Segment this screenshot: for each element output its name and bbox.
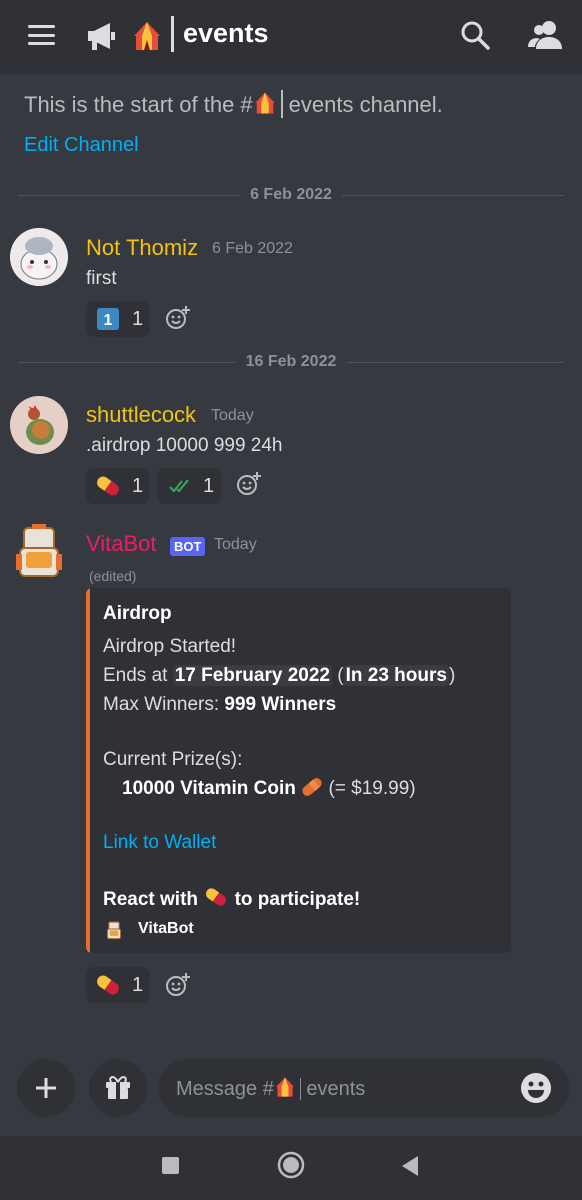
add-attachment-button[interactable]: [17, 1059, 75, 1117]
channel-header: events: [0, 0, 582, 74]
embed-accent-border: [86, 588, 90, 953]
plus-icon: [36, 1078, 56, 1098]
gift-icon: [106, 1076, 130, 1099]
message-timestamp: Today: [211, 407, 254, 424]
bot-badge: BOT: [170, 537, 206, 556]
winners-prefix: Max Winners:: [103, 694, 225, 715]
circus-tent-emoji: [134, 22, 160, 50]
announcement-icon: [88, 23, 115, 50]
embed-prize-label: Current Prize(s):: [103, 749, 243, 770]
pill-emoji: [206, 888, 227, 906]
message-timestamp: Today: [214, 536, 257, 553]
page-title: events: [183, 18, 269, 48]
channel-intro: This is the start of the # events channe…: [24, 90, 443, 118]
channel-separator: [299, 1078, 302, 1100]
search-icon[interactable]: [460, 20, 490, 50]
message-author[interactable]: VitaBot: [86, 531, 157, 557]
double-check-emoji: [169, 479, 189, 493]
avatar-image: [10, 228, 68, 286]
avatar[interactable]: [10, 396, 68, 454]
gift-button[interactable]: [89, 1059, 147, 1117]
system-navigation-bar: [0, 1136, 582, 1200]
message-author[interactable]: Not Thomiz: [86, 235, 198, 261]
svg-text:1: 1: [104, 312, 113, 329]
embed-react-line: React with to participate!: [103, 886, 360, 911]
embed-line: Airdrop Started!: [103, 636, 237, 657]
message-content: first: [86, 268, 117, 289]
prize-usd: (= $19.99): [328, 778, 416, 799]
emoji-picker-icon[interactable]: [520, 1072, 552, 1104]
embed-winners-line: Max Winners: 999 Winners: [103, 694, 336, 716]
back-icon[interactable]: [400, 1155, 420, 1177]
recents-icon[interactable]: [162, 1157, 179, 1174]
ends-relative: In 23 hours: [343, 665, 449, 686]
ends-prefix: Ends at: [103, 665, 173, 686]
reaction-double-check[interactable]: 1: [157, 468, 221, 504]
embed-title: Airdrop: [103, 603, 172, 624]
embed-prize-line: 10000 Vitamin Coin (= $19.99): [122, 777, 416, 800]
reaction-count: 1: [132, 308, 144, 330]
reaction-pill[interactable]: 1: [86, 967, 150, 1003]
avatar-image: [16, 524, 62, 577]
message-timestamp: 6 Feb 2022: [212, 240, 293, 257]
menu-icon[interactable]: [28, 25, 55, 45]
reaction-count: 1: [132, 475, 144, 497]
home-icon[interactable]: [277, 1151, 305, 1179]
pill-emoji: [97, 476, 119, 496]
embed-footer-icon: [106, 921, 122, 940]
ends-date: 17 February 2022: [172, 665, 332, 686]
wallet-link[interactable]: Link to Wallet: [103, 832, 216, 854]
placeholder-prefix: Message #: [176, 1078, 274, 1100]
keycap-1-emoji: 1: [97, 308, 119, 330]
edited-marker: (edited): [89, 568, 137, 584]
prize-value: 10000 Vitamin Coin: [122, 778, 296, 799]
circus-tent-emoji: [275, 1077, 294, 1097]
message-input[interactable]: Message # events: [158, 1059, 570, 1117]
vitamin-pill-emoji: [302, 778, 322, 796]
message-author[interactable]: shuttlecock: [86, 402, 196, 428]
add-reaction-icon[interactable]: [236, 471, 262, 497]
reaction-count: 1: [132, 974, 144, 996]
add-reaction-icon[interactable]: [165, 972, 191, 998]
message-placeholder: Message # events: [176, 1076, 365, 1101]
date-divider-label: 16 Feb 2022: [235, 353, 347, 371]
avatar-image: [10, 396, 68, 454]
add-reaction-icon[interactable]: [165, 305, 191, 331]
embed-ends-line: Ends at 17 February 2022 (In 23 hours): [103, 665, 456, 686]
reaction-pill[interactable]: 1: [86, 468, 150, 504]
winners-value: 999 Winners: [224, 694, 337, 715]
message-content: .airdrop 10000 999 24h: [86, 435, 283, 456]
channel-separator: [171, 16, 174, 52]
channel-separator: [280, 90, 283, 118]
react-suffix: to participate!: [234, 889, 361, 910]
pill-emoji: [97, 975, 119, 995]
react-prefix: React with: [103, 889, 199, 910]
placeholder-channel: events: [306, 1078, 366, 1100]
members-icon[interactable]: [528, 20, 562, 50]
avatar[interactable]: [10, 228, 68, 286]
reaction-keycap-1[interactable]: 1 1: [86, 301, 150, 337]
edit-channel-link[interactable]: Edit Channel: [24, 134, 139, 157]
avatar[interactable]: [10, 522, 68, 580]
intro-text: This is the start of the #: [24, 92, 253, 117]
airdrop-embed: Airdrop Airdrop Started! Ends at 17 Febr…: [86, 588, 511, 953]
circus-tent-emoji: [254, 92, 275, 114]
date-divider-label: 6 Feb 2022: [240, 186, 342, 204]
reaction-count: 1: [203, 475, 215, 497]
intro-text-suffix: events channel.: [288, 92, 443, 117]
embed-footer: VitaBot: [138, 920, 194, 937]
